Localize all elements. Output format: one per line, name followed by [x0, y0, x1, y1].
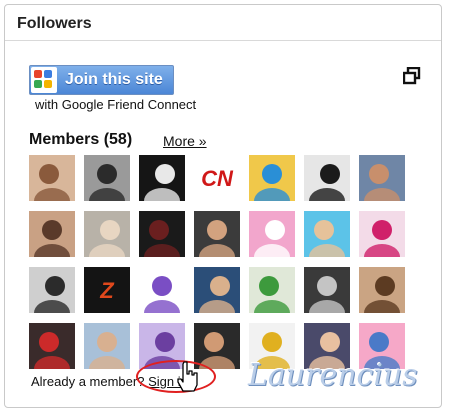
google-friend-connect-icon [31, 67, 57, 93]
join-site-button[interactable]: Join this site [29, 65, 174, 95]
member-avatar[interactable] [359, 211, 405, 257]
members-grid: CN Z [29, 155, 405, 369]
member-avatar[interactable] [304, 267, 350, 313]
member-avatar[interactable] [194, 267, 240, 313]
already-member-text: Already a member? [31, 374, 149, 389]
member-avatar[interactable] [139, 211, 185, 257]
friend-connect-text: with Google Friend Connect [35, 97, 197, 112]
svg-text:Z: Z [99, 278, 115, 303]
member-avatar[interactable] [249, 155, 295, 201]
member-avatar[interactable] [29, 211, 75, 257]
member-avatar[interactable] [84, 323, 130, 369]
member-avatar[interactable] [29, 267, 75, 313]
member-avatar[interactable] [249, 267, 295, 313]
members-count-title: Members (58) [29, 131, 133, 148]
member-avatar[interactable] [249, 211, 295, 257]
member-avatar[interactable] [359, 155, 405, 201]
member-avatar[interactable] [84, 211, 130, 257]
member-avatar[interactable] [139, 155, 185, 201]
popout-icon[interactable] [403, 67, 421, 85]
member-avatar[interactable] [304, 211, 350, 257]
members-header: Members (58) More » [29, 131, 207, 149]
hand-cursor-icon [177, 361, 198, 392]
widget-header: Followers [5, 5, 441, 41]
widget-title: Followers [17, 15, 92, 32]
member-avatar[interactable]: Z [84, 267, 130, 313]
member-avatar[interactable] [359, 267, 405, 313]
followers-widget: Followers Join this site with Google Fri… [4, 4, 442, 408]
member-avatar[interactable] [304, 155, 350, 201]
member-avatar[interactable]: CN [194, 155, 240, 201]
join-row: Join this site [29, 65, 174, 98]
member-avatar[interactable] [29, 323, 75, 369]
more-members-link[interactable]: More » [163, 133, 207, 149]
watermark-signature: Laurencius [248, 358, 418, 393]
member-avatar[interactable] [139, 267, 185, 313]
member-avatar[interactable] [194, 211, 240, 257]
member-avatar[interactable] [194, 323, 240, 369]
svg-text:CN: CN [201, 166, 234, 191]
member-avatar[interactable] [84, 155, 130, 201]
sign-in-footer: Already a member? Sign in [31, 374, 188, 389]
member-avatar[interactable] [29, 155, 75, 201]
join-button-label: Join this site [65, 71, 163, 88]
